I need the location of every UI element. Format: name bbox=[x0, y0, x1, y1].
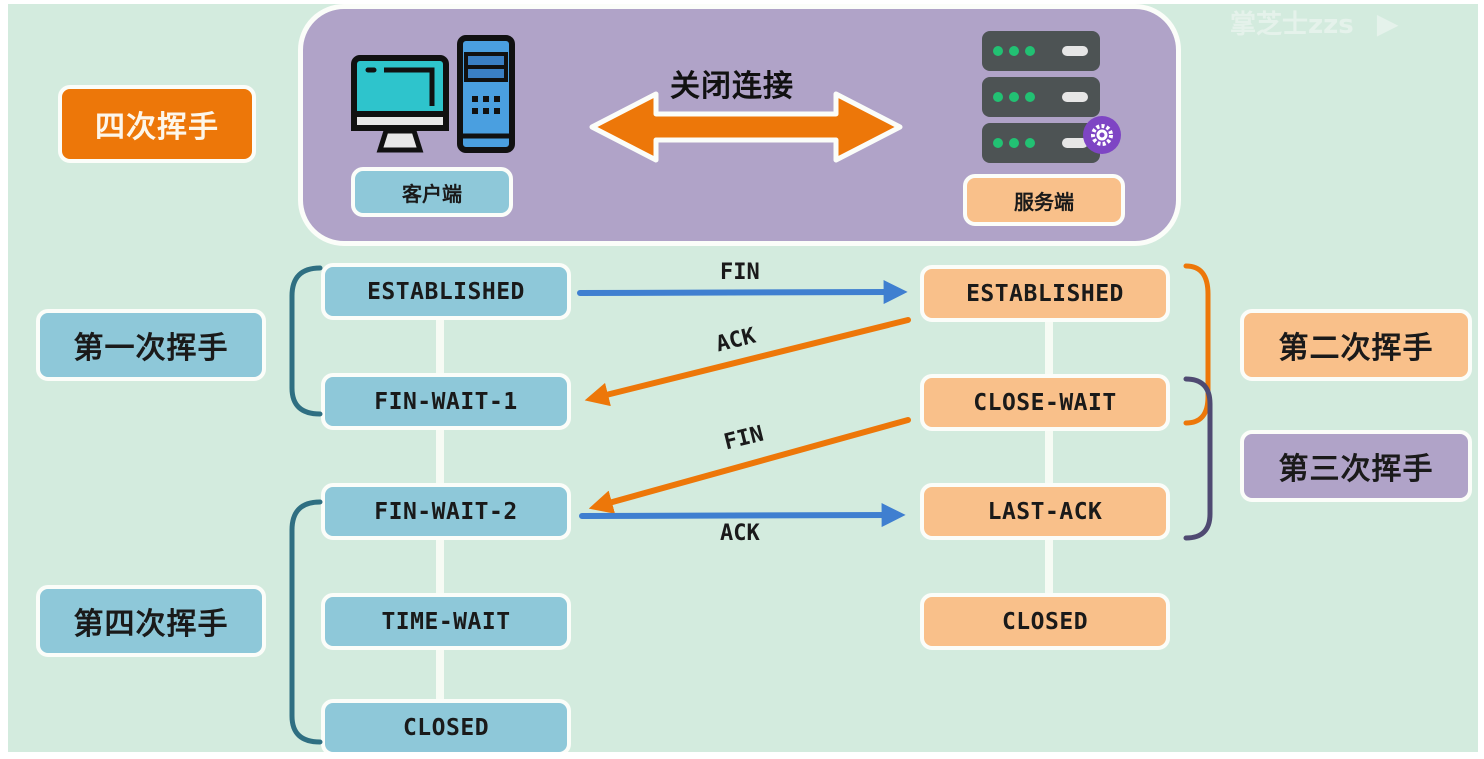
connectors-overlay bbox=[289, 263, 1213, 745]
message-label-ack-2: ACK bbox=[720, 521, 760, 546]
arrow-ack-2 bbox=[579, 503, 906, 528]
arrow-fin-1 bbox=[577, 280, 908, 305]
bracket-second bbox=[1183, 263, 1211, 426]
bracket-fourth bbox=[289, 499, 323, 745]
diagram-canvas: 掌芝士zzs ▶ 四次挥手 客户端 关闭连接 服务端 ESTABLISHED F… bbox=[8, 4, 1478, 752]
message-label-fin-1: FIN bbox=[720, 260, 760, 285]
bracket-first bbox=[289, 265, 323, 417]
